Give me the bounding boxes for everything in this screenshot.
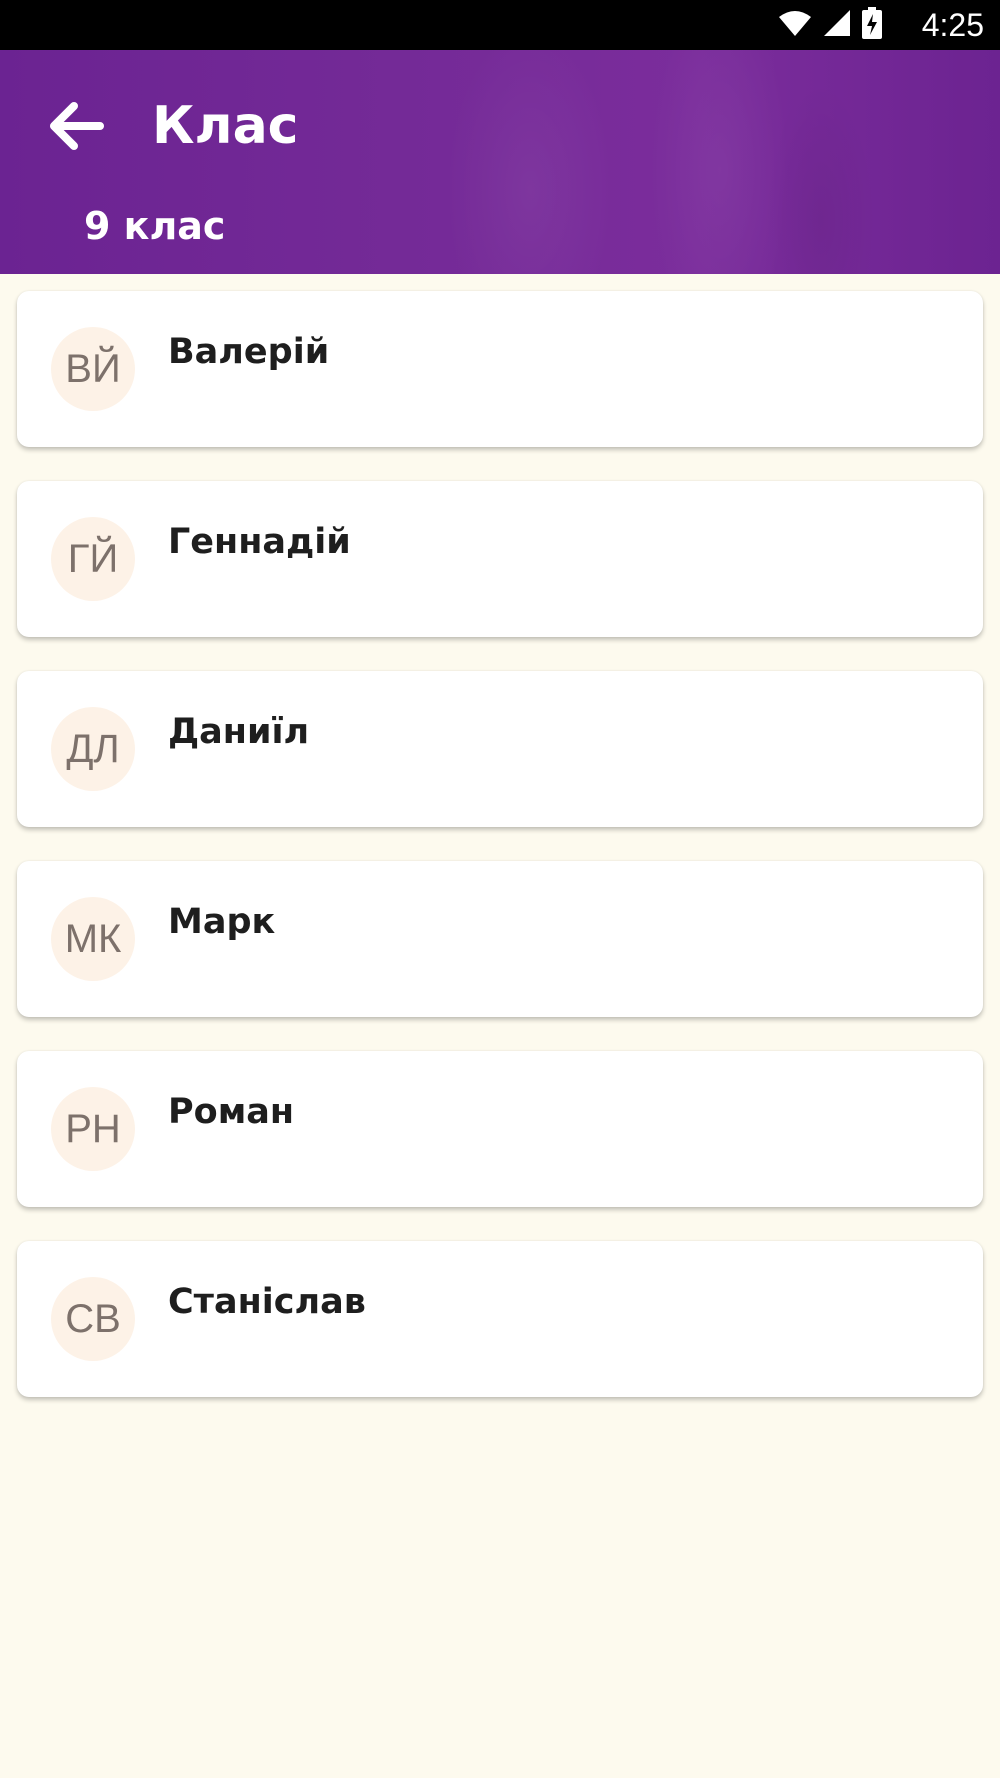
avatar: ГЙ [51,517,135,601]
status-icons [778,7,882,43]
student-card[interactable]: МК Марк [17,861,983,1017]
arrow-left-icon [48,100,104,156]
student-name: Даниїл [168,712,310,752]
page-title: Клас [152,96,299,156]
student-name: Станіслав [168,1282,366,1322]
student-name: Роман [168,1092,295,1132]
student-card[interactable]: РН Роман [17,1051,983,1207]
avatar: ВЙ [51,327,135,411]
cell-signal-icon [822,9,852,41]
student-name: Валерій [168,332,330,372]
class-subtitle: 9 клас [84,204,226,248]
status-time: 4:25 [921,7,984,43]
student-name: Геннадій [168,522,351,562]
app-bar: Клас 9 клас [0,50,1000,274]
avatar: СВ [51,1277,135,1361]
status-bar: 4:25 [0,0,1000,50]
wifi-icon [778,9,812,41]
student-name: Марк [168,902,276,942]
student-card[interactable]: ВЙ Валерій [17,291,983,447]
avatar: ДЛ [51,707,135,791]
student-card[interactable]: СВ Станіслав [17,1241,983,1397]
avatar: РН [51,1087,135,1171]
student-list: ВЙ Валерій ГЙ Геннадій ДЛ Даниїл МК Марк… [17,291,983,1431]
student-card[interactable]: ГЙ Геннадій [17,481,983,637]
battery-charging-icon [862,7,882,43]
back-button[interactable] [40,92,112,164]
avatar: МК [51,897,135,981]
student-card[interactable]: ДЛ Даниїл [17,671,983,827]
